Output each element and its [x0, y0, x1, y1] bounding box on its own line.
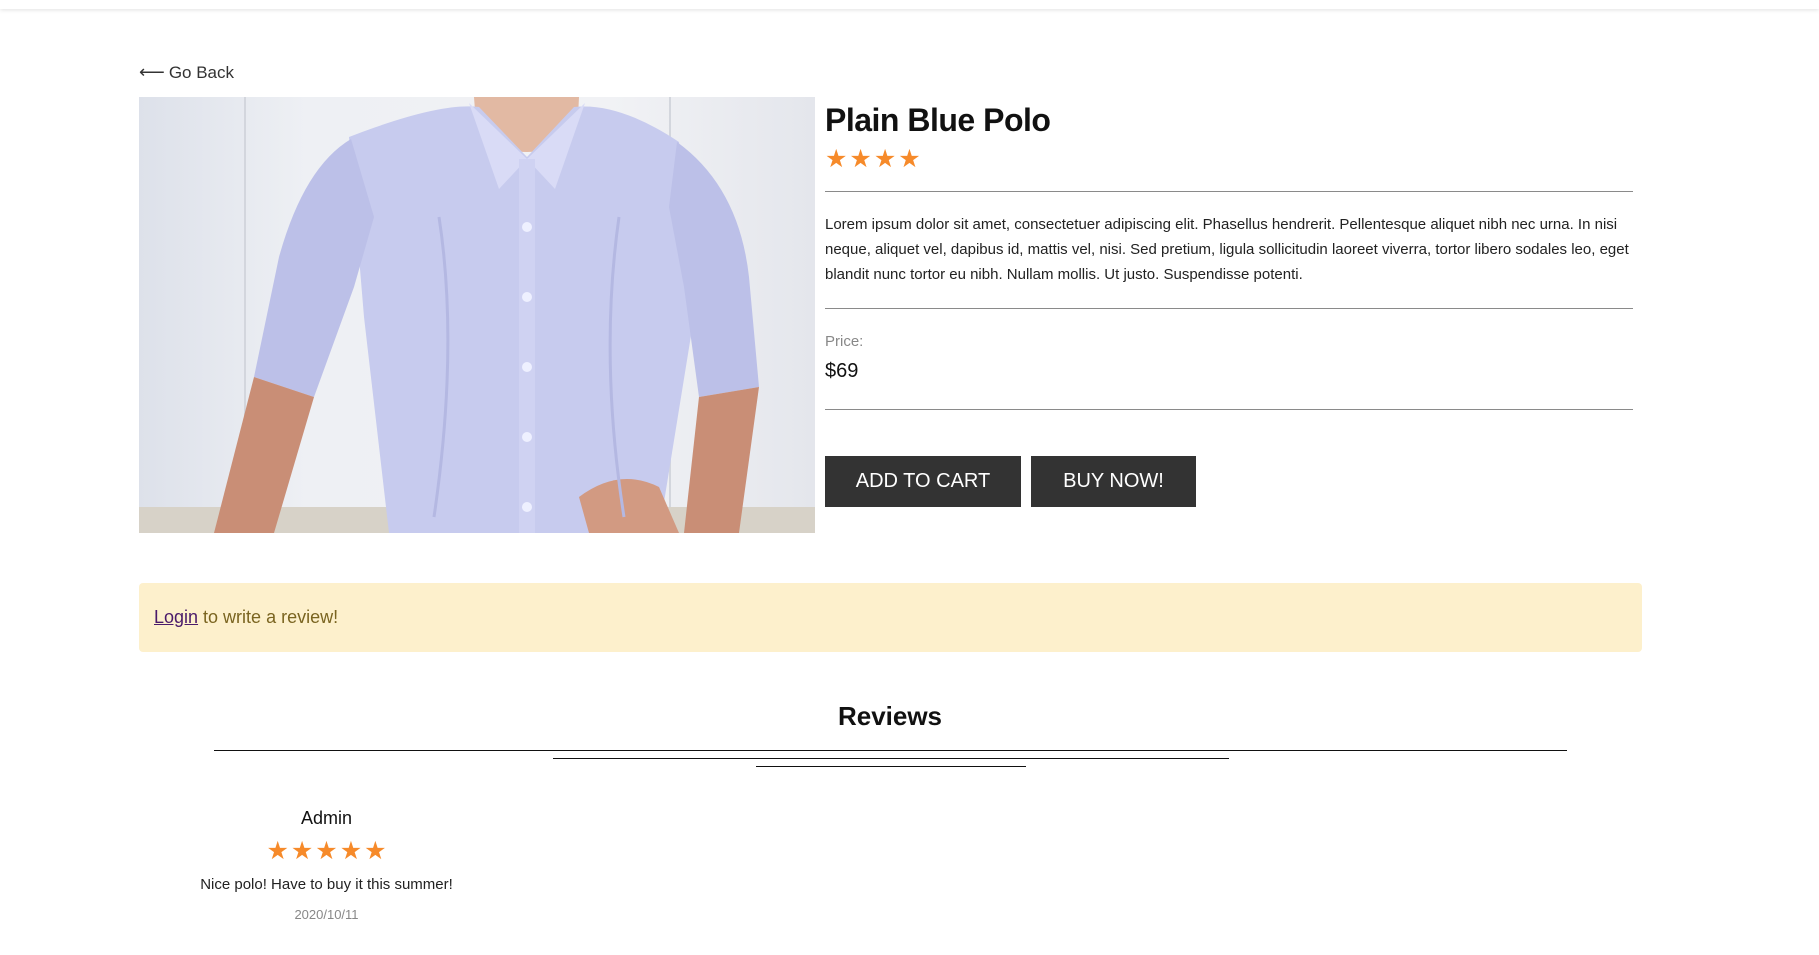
star-icon: ★ [315, 837, 338, 865]
reviews-underline [756, 766, 1026, 767]
add-to-cart-button[interactable]: ADD TO CART [825, 456, 1021, 507]
price-label: Price: [825, 333, 864, 350]
product-description: Lorem ipsum dolor sit amet, consectetuer… [825, 216, 1629, 283]
price-value: $69 [825, 360, 859, 382]
star-icon: ★ [849, 145, 872, 173]
back-arrow-icon: ⟵ [139, 62, 165, 82]
top-bar [0, 0, 1819, 9]
product-title: Plain Blue Polo [825, 102, 1051, 138]
reviews-underline [214, 750, 1567, 751]
login-link[interactable]: Login [154, 607, 198, 628]
divider [825, 191, 1633, 192]
buy-now-button[interactable]: BUY NOW! [1031, 456, 1196, 507]
reviews-heading: Reviews [837, 701, 943, 731]
star-icon: ★ [825, 145, 848, 173]
review-text: Nice polo! Have to buy it this summer! [200, 876, 453, 893]
star-icon: ★ [364, 837, 387, 865]
review-item: Admin ★ ★ ★ ★ ★ Nice polo! Have to buy it th… [189, 808, 464, 922]
divider [825, 409, 1633, 410]
divider [825, 308, 1633, 309]
go-back-label: Go Back [168, 62, 235, 82]
product-image [139, 97, 815, 533]
product-rating: ★ ★ ★ ★ [825, 147, 921, 172]
reviews-underline [553, 758, 1229, 759]
review-login-prompt: Login to write a review! [139, 583, 1642, 652]
star-icon: ★ [873, 145, 897, 173]
star-icon: ★ [898, 145, 921, 173]
shirt-illustration [214, 97, 759, 533]
review-rating: ★ ★ ★ ★ ★ [189, 839, 464, 864]
star-icon: ★ [339, 837, 363, 865]
review-date: 2020/10/11 [294, 907, 359, 922]
review-author: Admin [300, 808, 353, 828]
go-back-link[interactable]: ⟵ Go Back [139, 62, 234, 83]
review-prompt-text: to write a review! [203, 607, 339, 627]
star-icon: ★ [290, 837, 314, 865]
star-icon: ★ [266, 837, 289, 865]
